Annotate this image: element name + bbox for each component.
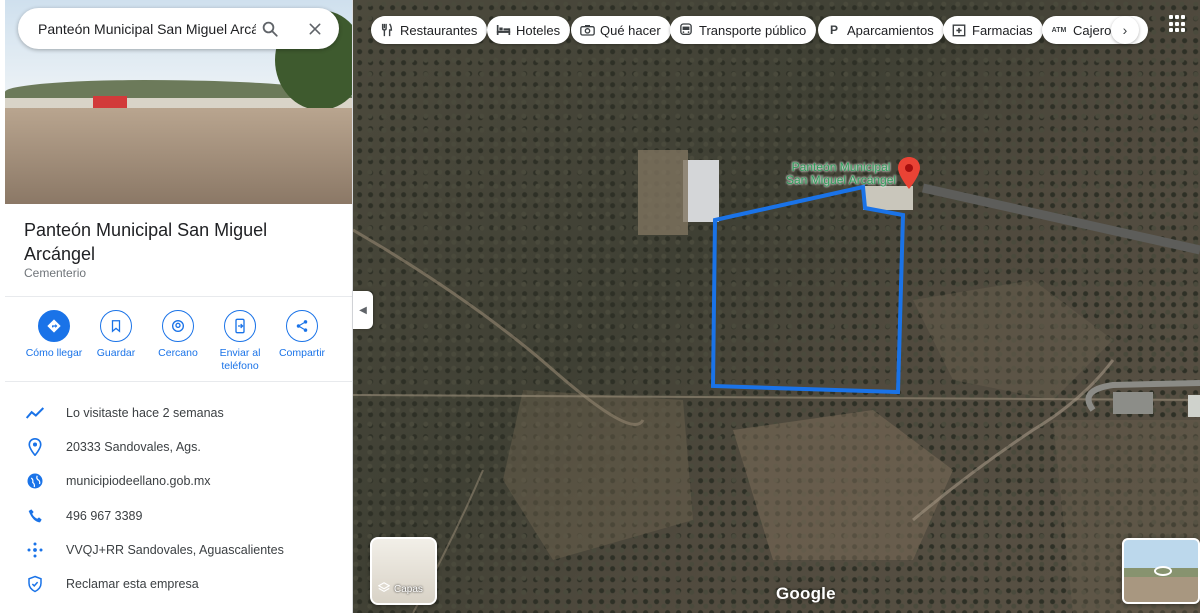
rotate-360-icon [1154,566,1172,576]
bus-icon [678,22,694,38]
info-row-visited[interactable]: Lo visitaste hace 2 semanas [24,401,224,425]
chip-label: Hoteles [516,22,561,38]
location-pin-icon [24,436,46,458]
info-row-plus-code[interactable]: VVQJ+RR Sandovales, Aguascalientes [24,538,284,562]
nearby-button[interactable]: Cercano [143,310,213,360]
visited-text: Lo visitaste hace 2 semanas [66,406,224,420]
map-pin-icon[interactable] [898,157,920,189]
directions-label: Cómo llegar [25,347,83,359]
visited-trend-icon [24,402,46,424]
chevron-right-icon: › [1122,22,1128,38]
phone-text: 496 967 3389 [66,509,143,523]
collapse-panel-button[interactable]: ◀ [353,291,373,329]
layers-button[interactable]: Capas [370,537,437,605]
info-row-website[interactable]: municipiodeellano.gob.mx [24,469,211,493]
phone-icon [24,505,46,527]
chip-label: Restaurantes [400,22,478,38]
street-view-thumbnail[interactable] [1122,538,1200,604]
share-button[interactable]: Compartir [267,310,337,360]
info-row-phone[interactable]: 496 967 3389 [24,504,142,528]
send-to-phone-icon [224,310,256,342]
chip-label: Farmacias [972,22,1033,38]
fork-knife-icon [379,22,395,38]
chip-parking[interactable]: P Aparcamientos [818,16,944,44]
map-features [353,150,1200,613]
divider [5,296,352,297]
place-details-panel: Panteón Municipal San Miguel Arcángel Ce… [0,0,353,613]
satellite-map[interactable]: Panteón Municipal San Miguel Arcángel [353,0,1200,613]
search-input[interactable] [38,20,256,37]
plus-code-icon [24,539,46,561]
camera-icon [579,22,595,38]
chip-label: Qué hacer [600,22,661,38]
parcel-boundary [710,184,906,395]
action-bar: Cómo llegar Guardar Cercano Enviar al te… [5,310,352,376]
share-icon [286,310,318,342]
send-to-phone-label: Enviar al teléfono [219,347,261,372]
close-icon[interactable] [304,18,326,40]
bed-icon [495,22,511,38]
divider [5,381,352,382]
chip-things-to-do[interactable]: Qué hacer [571,16,671,44]
chevron-left-icon: ◀ [359,304,367,316]
chip-restaurants[interactable]: Restaurantes [371,16,488,44]
save-button[interactable]: Guardar [81,310,151,360]
share-label: Compartir [278,347,326,359]
place-category[interactable]: Cementerio [24,266,86,280]
place-title: Panteón Municipal San Miguel Arcángel [24,220,268,264]
chip-label: Aparcamientos [847,22,934,38]
chip-pharmacies[interactable]: Farmacias [943,16,1043,44]
info-row-address[interactable]: 20333 Sandovales, Ags. [24,435,201,459]
chip-label: Transporte público [699,22,807,38]
send-to-phone-button[interactable]: Enviar al teléfono [205,310,275,373]
nearby-label: Cercano [158,347,198,359]
info-row-claim[interactable]: Reclamar esta empresa [24,572,199,596]
plus-code-text: VVQJ+RR Sandovales, Aguascalientes [66,543,284,557]
chips-next-button[interactable]: › [1111,16,1139,44]
globe-icon [24,470,46,492]
layers-label: Capas [394,584,423,595]
pharmacy-icon [951,22,967,38]
chip-public-transport[interactable]: Transporte público [670,16,817,44]
claim-text: Reclamar esta empresa [66,577,199,591]
parking-icon: P [829,23,838,37]
directions-icon [38,310,70,342]
website-text: municipiodeellano.gob.mx [66,474,211,488]
verified-shield-icon [24,573,46,595]
address-text: 20333 Sandovales, Ags. [66,440,201,454]
save-label: Guardar [96,347,136,359]
map-place-label-line2: San Miguel Arcángel [786,173,897,187]
google-logo: Google [776,584,836,603]
apps-grid-icon[interactable] [1169,15,1187,33]
layers-icon [377,582,391,597]
chip-hotels[interactable]: Hoteles [487,16,571,44]
nearby-icon [162,310,194,342]
search-icon[interactable] [259,18,281,40]
search-box [18,8,339,49]
bookmark-icon [100,310,132,342]
map-place-label[interactable]: Panteón Municipal San Miguel Arcángel [786,161,896,187]
atm-icon: ATM [1051,26,1067,34]
directions-button[interactable]: Cómo llegar [19,310,89,360]
